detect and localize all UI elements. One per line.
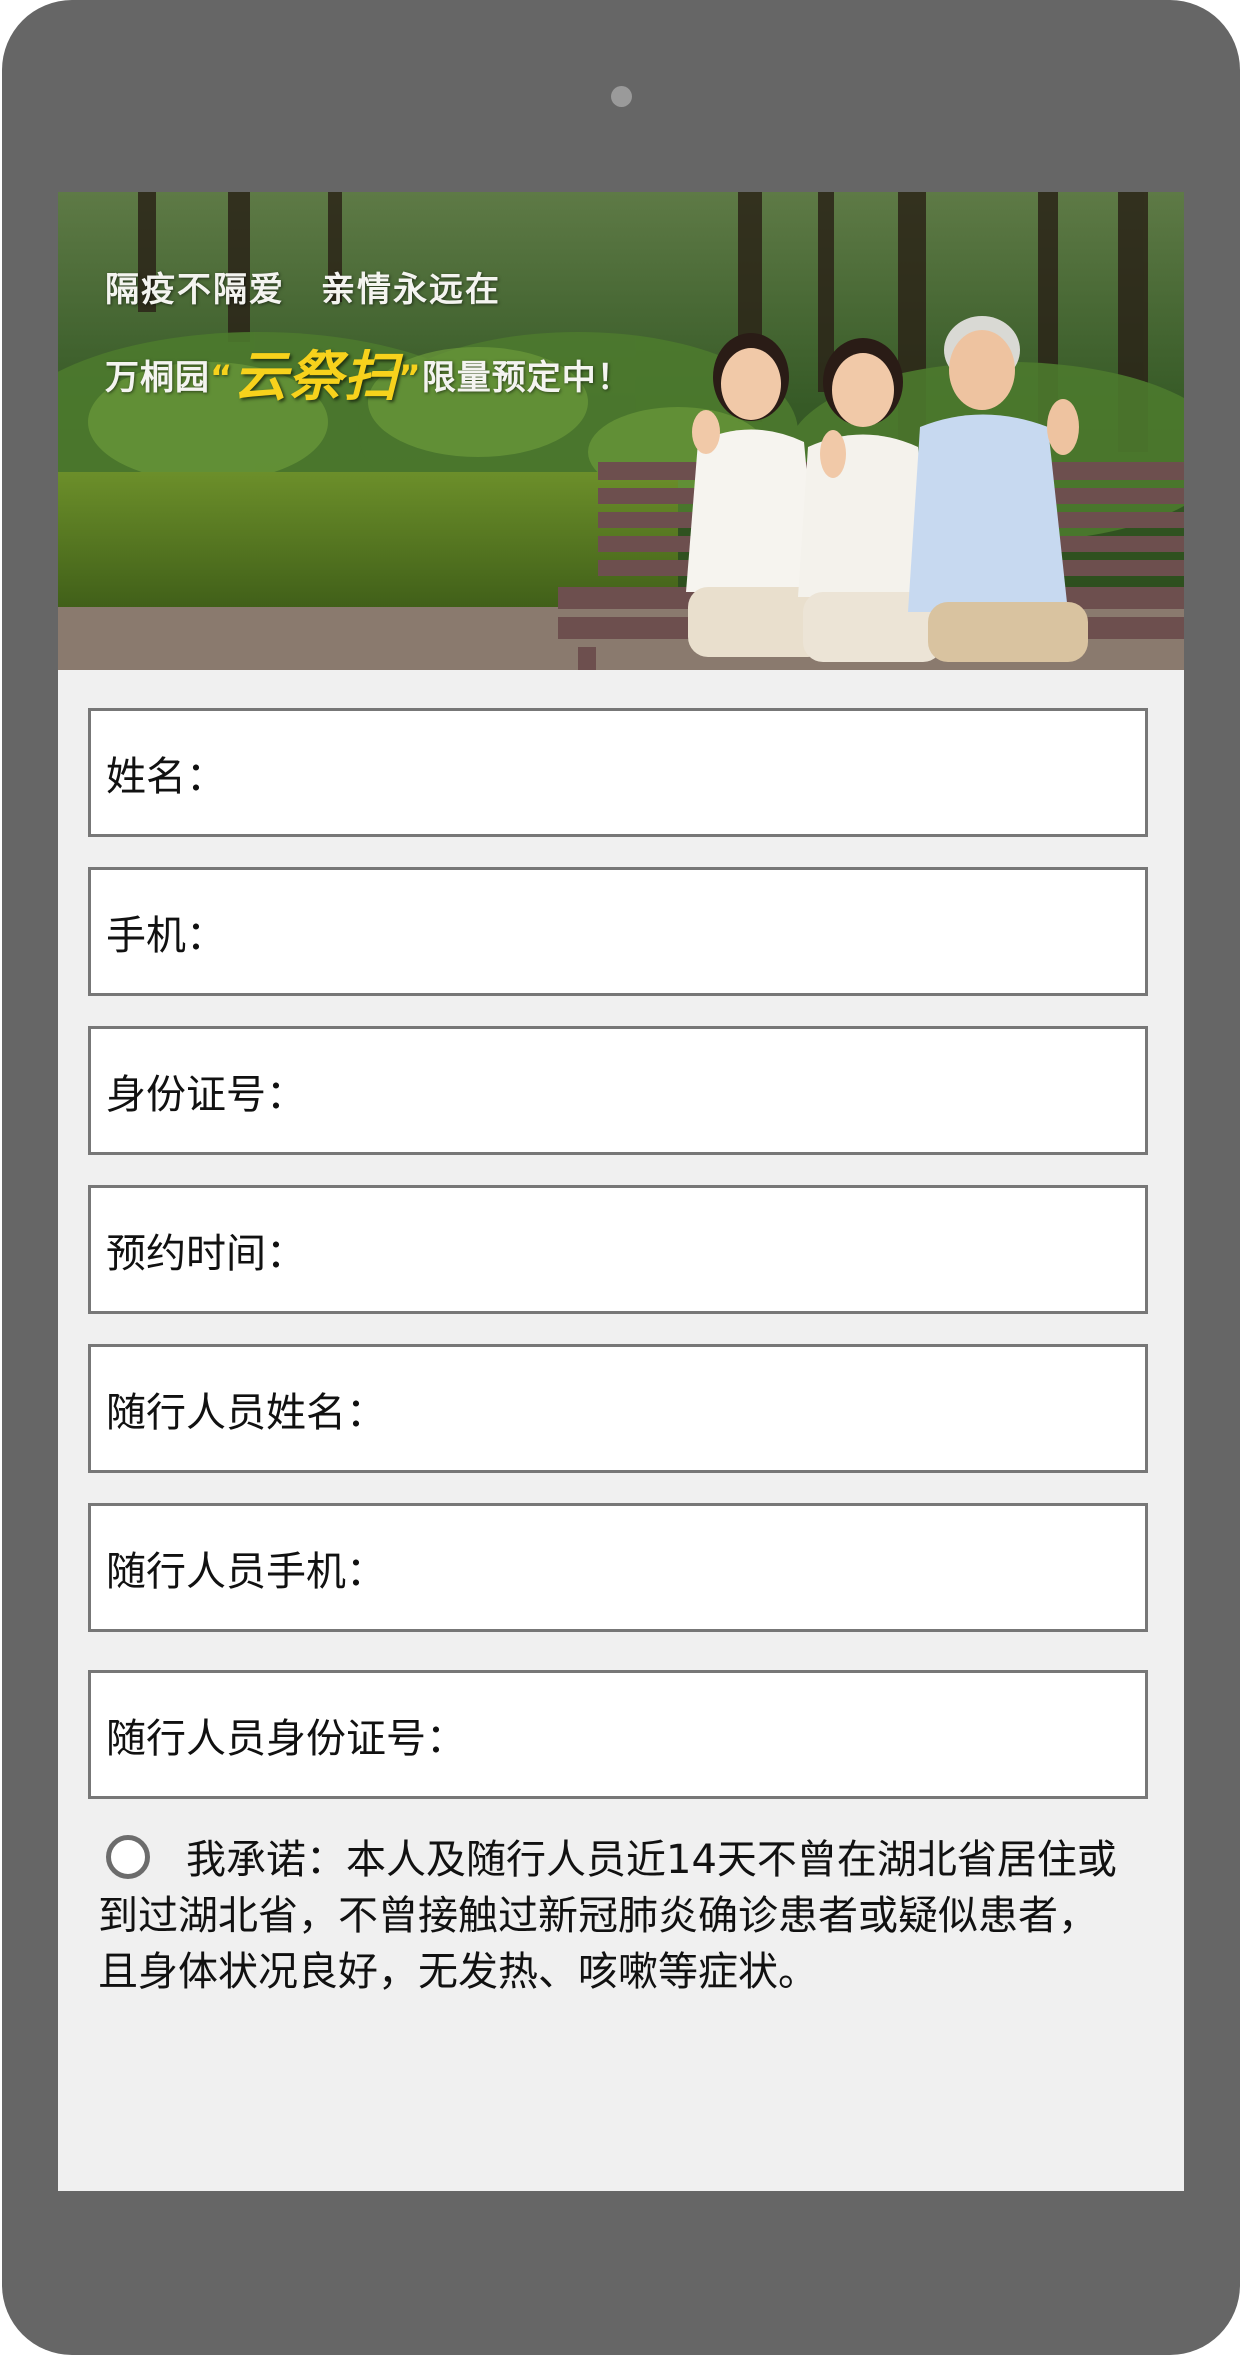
- screen: 隔疫不隔爱 亲情永远在 万桐园“云祭扫”限量预定中！ 姓名： 手机： 身份证号： …: [58, 192, 1184, 2191]
- companion-name-input[interactable]: [386, 1346, 1135, 1471]
- camera-dot: [611, 86, 632, 107]
- agreement-radio[interactable]: [106, 1835, 150, 1879]
- banner-image: 隔疫不隔爱 亲情永远在 万桐园“云祭扫”限量预定中！: [58, 192, 1184, 670]
- companion-id-number-label: 随行人员身份证号：: [106, 1715, 466, 1762]
- tablet-frame: 隔疫不隔爱 亲情永远在 万桐园“云祭扫”限量预定中！ 姓名： 手机： 身份证号： …: [2, 0, 1240, 2355]
- banner-line1-part1: 隔疫不隔爱: [105, 270, 285, 310]
- phone-input[interactable]: [226, 869, 1135, 994]
- banner-subheadline: 万桐园“云祭扫”限量预定中！: [105, 332, 632, 411]
- phone-field[interactable]: 手机：: [88, 867, 1148, 996]
- agreement-block: 我承诺：本人及随行人员近14天不曾在湖北省居住或到过湖北省，不曾接触过新冠肺炎确…: [98, 1832, 1128, 2000]
- name-field[interactable]: 姓名：: [88, 708, 1148, 837]
- banner-highlight-text: 云祭扫: [233, 344, 399, 408]
- companion-name-label: 随行人员姓名：: [106, 1389, 386, 1436]
- id-number-field[interactable]: 身份证号：: [88, 1026, 1148, 1155]
- companion-id-number-field[interactable]: 随行人员身份证号：: [88, 1670, 1148, 1799]
- appointment-time-input[interactable]: [306, 1187, 1135, 1312]
- banner-headline: 隔疫不隔爱 亲情永远在: [105, 262, 501, 311]
- phone-label: 手机：: [106, 912, 226, 959]
- id-number-input[interactable]: [306, 1028, 1135, 1153]
- companion-phone-field[interactable]: 随行人员手机：: [88, 1503, 1148, 1632]
- banner-close-quote: ”: [398, 358, 422, 398]
- banner-open-quote: “: [210, 358, 234, 398]
- companion-id-number-input[interactable]: [466, 1672, 1135, 1797]
- appointment-time-label: 预约时间：: [106, 1230, 306, 1277]
- banner-line1-part2: 亲情永远在: [321, 270, 501, 310]
- companion-name-field[interactable]: 随行人员姓名：: [88, 1344, 1148, 1473]
- banner-line2-pre: 万桐园: [105, 358, 210, 398]
- id-number-label: 身份证号：: [106, 1071, 306, 1118]
- name-input[interactable]: [226, 710, 1135, 835]
- appointment-time-field[interactable]: 预约时间：: [88, 1185, 1148, 1314]
- banner-line2-post: 限量预定中！: [421, 358, 632, 398]
- agreement-text: 我承诺：本人及随行人员近14天不曾在湖北省居住或到过湖北省，不曾接触过新冠肺炎确…: [98, 1837, 1117, 1995]
- companion-phone-label: 随行人员手机：: [106, 1548, 386, 1595]
- name-label: 姓名：: [106, 753, 226, 800]
- companion-phone-input[interactable]: [386, 1505, 1135, 1630]
